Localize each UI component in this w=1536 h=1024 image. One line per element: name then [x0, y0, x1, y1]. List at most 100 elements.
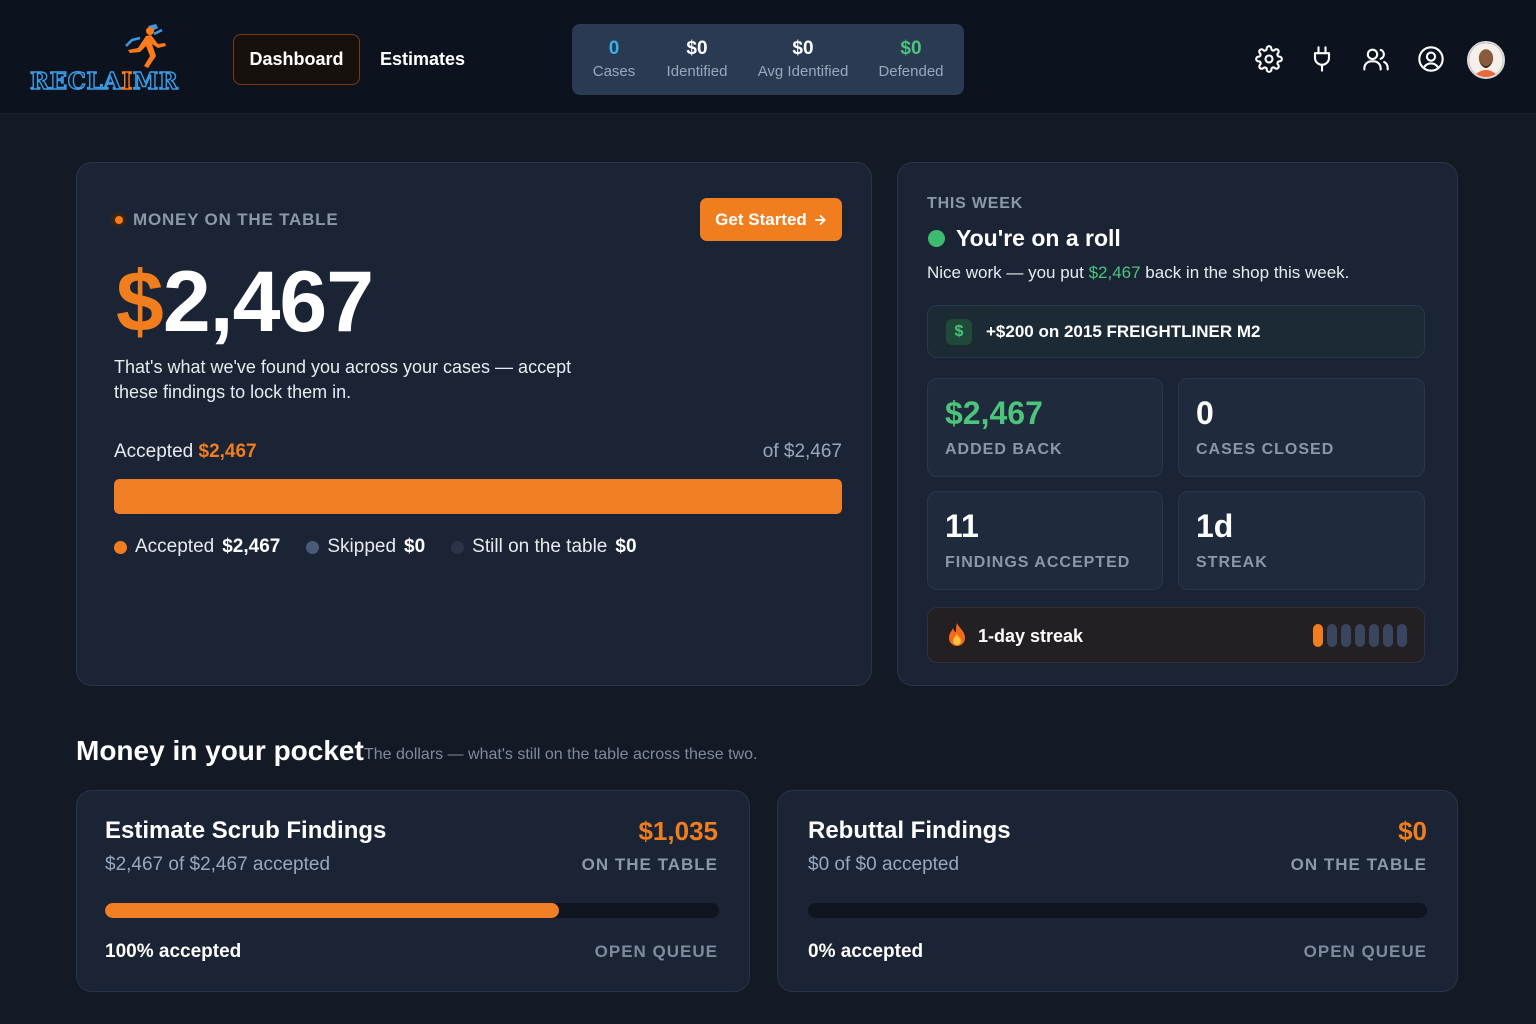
tile-added-back-label: ADDED BACK — [945, 441, 1063, 458]
of-total-label: of $2,467 — [762, 441, 842, 462]
status-dot-icon — [928, 230, 945, 247]
accepted-label: Accepted — [114, 441, 194, 462]
header-stats-summary: 0 Cases $0 Identified $0 Avg Identified … — [572, 24, 964, 95]
arrow-right-icon — [814, 214, 826, 225]
rebuttal-amount: $0 — [1398, 816, 1427, 846]
streak-bar-row: 1-day streak — [927, 607, 1425, 663]
streak-day-indicator — [1383, 624, 1393, 647]
progress-legend: Accepted $2,467 Skipped $0 Still on the … — [114, 536, 637, 558]
streak-day-indicator — [1327, 624, 1337, 647]
legend-accepted: Accepted $2,467 — [114, 536, 280, 558]
accepted-progress-bar — [114, 479, 842, 514]
rebuttal-open-queue-link[interactable]: OPEN QUEUE — [1304, 942, 1427, 962]
subtitle-text-end: back in the shop this week. — [1140, 263, 1350, 282]
streak-day-indicator — [1369, 624, 1379, 647]
streak-text: 1-day streak — [978, 626, 1084, 646]
estimate-scrub-accepted-summary: $2,467 of $2,467 accepted — [105, 854, 331, 875]
legend-skipped-value: $0 — [404, 536, 426, 557]
this-week-title: You're on a roll — [956, 225, 1121, 251]
runner-logo-icon — [125, 24, 166, 68]
legend-on-table-label: Still on the table — [472, 536, 608, 557]
users-icon[interactable] — [1362, 45, 1390, 73]
rebuttal-progress-bar — [808, 903, 1427, 918]
plug-icon[interactable] — [1308, 45, 1336, 73]
accepted-amount: $2,467 — [198, 441, 257, 462]
stat-identified-label: Identified — [666, 63, 728, 80]
legend-on-table-value: $0 — [615, 536, 637, 557]
stat-identified-value: $0 — [686, 38, 708, 59]
top-bar: RECLAIMR Dashboard Estimates 0 Cases $0 … — [0, 0, 1536, 114]
pocket-section-title: Money in your pocket — [76, 735, 364, 766]
fire-icon — [949, 623, 965, 646]
rebuttal-accepted-summary: $0 of $0 accepted — [808, 854, 960, 875]
tile-streak-label: STREAK — [1196, 554, 1268, 571]
tile-added-back: $2,467 ADDED BACK — [927, 378, 1163, 477]
streak-day-indicators — [1313, 624, 1407, 647]
stat-avg-identified-label: Avg Identified — [757, 63, 849, 80]
status-dot-icon — [111, 212, 126, 227]
streak-day-indicator — [1341, 624, 1351, 647]
stat-defended-label: Defended — [878, 63, 944, 80]
currency-symbol: $ — [116, 254, 164, 350]
legend-skipped-label: Skipped — [327, 536, 397, 557]
estimate-scrub-title: Estimate Scrub Findings — [105, 817, 387, 844]
tile-cases-closed-label: CASES CLOSED — [1196, 441, 1335, 458]
tile-cases-closed: 0 CASES CLOSED — [1178, 378, 1425, 477]
dollar-icon: $ — [946, 319, 972, 345]
get-started-button[interactable]: Get Started — [700, 198, 842, 241]
streak-day-indicator — [1355, 624, 1365, 647]
tile-findings-accepted-label: FINDINGS ACCEPTED — [945, 554, 1131, 571]
tile-streak: 1d STREAK — [1178, 491, 1425, 590]
estimate-scrub-progress-bar — [105, 903, 719, 918]
money-on-table-amount: $2,467 — [116, 254, 374, 350]
money-on-table-label: MONEY ON THE TABLE — [133, 210, 339, 229]
stat-cases-value: 0 — [608, 38, 620, 59]
recent-gain-item[interactable]: $ +$200 on 2015 FREIGHTLINER M2 — [927, 305, 1425, 358]
legend-accepted-label: Accepted — [135, 536, 215, 557]
stat-cases: 0 Cases — [593, 38, 636, 82]
tile-streak-value: 1d — [1196, 508, 1234, 544]
amount-value: 2,467 — [162, 254, 374, 350]
recent-gain-text: +$200 on 2015 FREIGHTLINER M2 — [986, 322, 1261, 341]
estimate-scrub-progress-fill — [105, 903, 560, 918]
this-week-label: THIS WEEK — [927, 195, 1024, 212]
stat-identified: $0 Identified — [667, 38, 728, 82]
subtitle-text: Nice work — you put — [927, 263, 1089, 282]
rebuttal-percent: 0% accepted — [808, 941, 924, 962]
money-on-table-description: That's what we've found you across your … — [114, 357, 572, 402]
legend-on-table-dot — [451, 540, 465, 554]
legend-accepted-dot — [114, 540, 127, 554]
avatar[interactable] — [1467, 41, 1505, 79]
stat-defended: $0 Defended — [878, 38, 943, 82]
estimate-scrub-percent: 100% accepted — [105, 941, 242, 962]
app-logo[interactable]: RECLAIMR — [29, 22, 202, 96]
pocket-section-subtitle: The dollars — what's still on the table … — [364, 746, 758, 763]
estimate-scrub-on-table-label: ON THE TABLE — [581, 855, 718, 874]
accepted-summary: Accepted $2,467 — [114, 441, 257, 463]
streak-day-indicator — [1397, 624, 1407, 647]
streak-day-indicator — [1313, 624, 1323, 647]
stat-avg-identified-value: $0 — [792, 38, 814, 59]
tile-findings-accepted: 11 FINDINGS ACCEPTED — [927, 491, 1163, 590]
subtitle-amount: $2,467 — [1088, 263, 1141, 282]
rebuttal-on-table-label: ON THE TABLE — [1290, 855, 1427, 874]
nav-dashboard-tab[interactable]: Dashboard — [233, 34, 360, 85]
stat-cases-label: Cases — [592, 63, 636, 80]
this-week-subtitle: Nice work — you put $2,467 back in the s… — [927, 263, 1349, 283]
tile-cases-closed-value: 0 — [1196, 395, 1214, 431]
avatar-image — [1469, 43, 1503, 77]
tile-findings-accepted-value: 11 — [945, 508, 979, 544]
gear-icon[interactable] — [1255, 45, 1283, 73]
nav-estimates-tab[interactable]: Estimates — [370, 34, 475, 85]
legend-accepted-value: $2,467 — [222, 536, 281, 557]
tile-added-back-value: $2,467 — [945, 395, 1043, 431]
estimate-scrub-open-queue-link[interactable]: OPEN QUEUE — [595, 942, 718, 962]
logo-wordmark: RECLAIMR — [29, 67, 179, 95]
user-circle-icon[interactable] — [1417, 45, 1445, 73]
stat-defended-value: $0 — [900, 38, 922, 59]
rebuttal-title: Rebuttal Findings — [808, 817, 1011, 844]
legend-skipped: Skipped $0 — [306, 536, 425, 558]
accepted-progress-fill — [114, 479, 842, 514]
legend-skipped-dot — [306, 540, 320, 554]
estimate-scrub-amount: $1,035 — [638, 816, 718, 846]
